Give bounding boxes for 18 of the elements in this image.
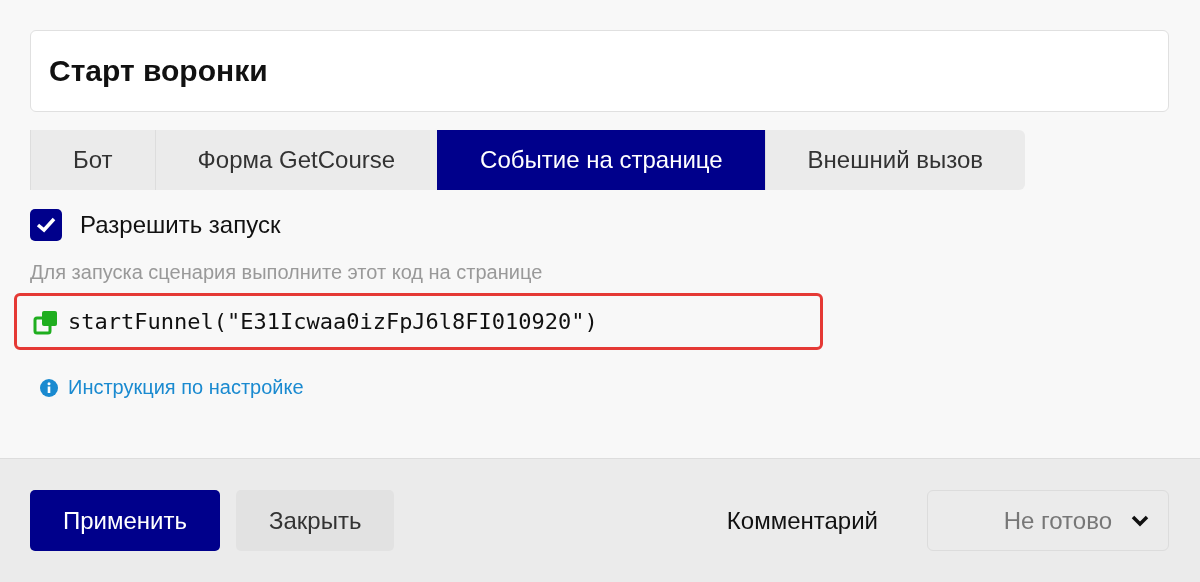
checkbox[interactable]	[30, 209, 62, 241]
tab[interactable]: Внешний вызов	[764, 130, 1026, 190]
checkbox-label: Разрешить запуск	[80, 211, 281, 239]
apply-button[interactable]: Применить	[30, 490, 220, 551]
copy-icon[interactable]	[33, 308, 59, 335]
info-icon	[39, 377, 59, 398]
funnel-name-field[interactable]: Старт воронки	[30, 30, 1169, 112]
tab[interactable]: Событие на странице	[437, 130, 765, 190]
chevron-down-icon	[1130, 513, 1150, 528]
comment-label: Комментарий	[726, 506, 878, 535]
code-text: startFunnel("E31Icwaa0izFpJ6l8FI010920")	[68, 309, 598, 334]
tab[interactable]: Бот	[30, 130, 155, 190]
tab[interactable]: Форма GetCourse	[154, 130, 438, 190]
check-icon	[36, 217, 56, 233]
hint-text: Для запуска сценария выполните этот код на странице	[30, 261, 544, 284]
status-select[interactable]: Не готово	[927, 490, 1169, 551]
close-button[interactable]: Закрыть	[236, 490, 395, 551]
instructions-link[interactable]: Инструкция по настройке	[39, 376, 304, 399]
